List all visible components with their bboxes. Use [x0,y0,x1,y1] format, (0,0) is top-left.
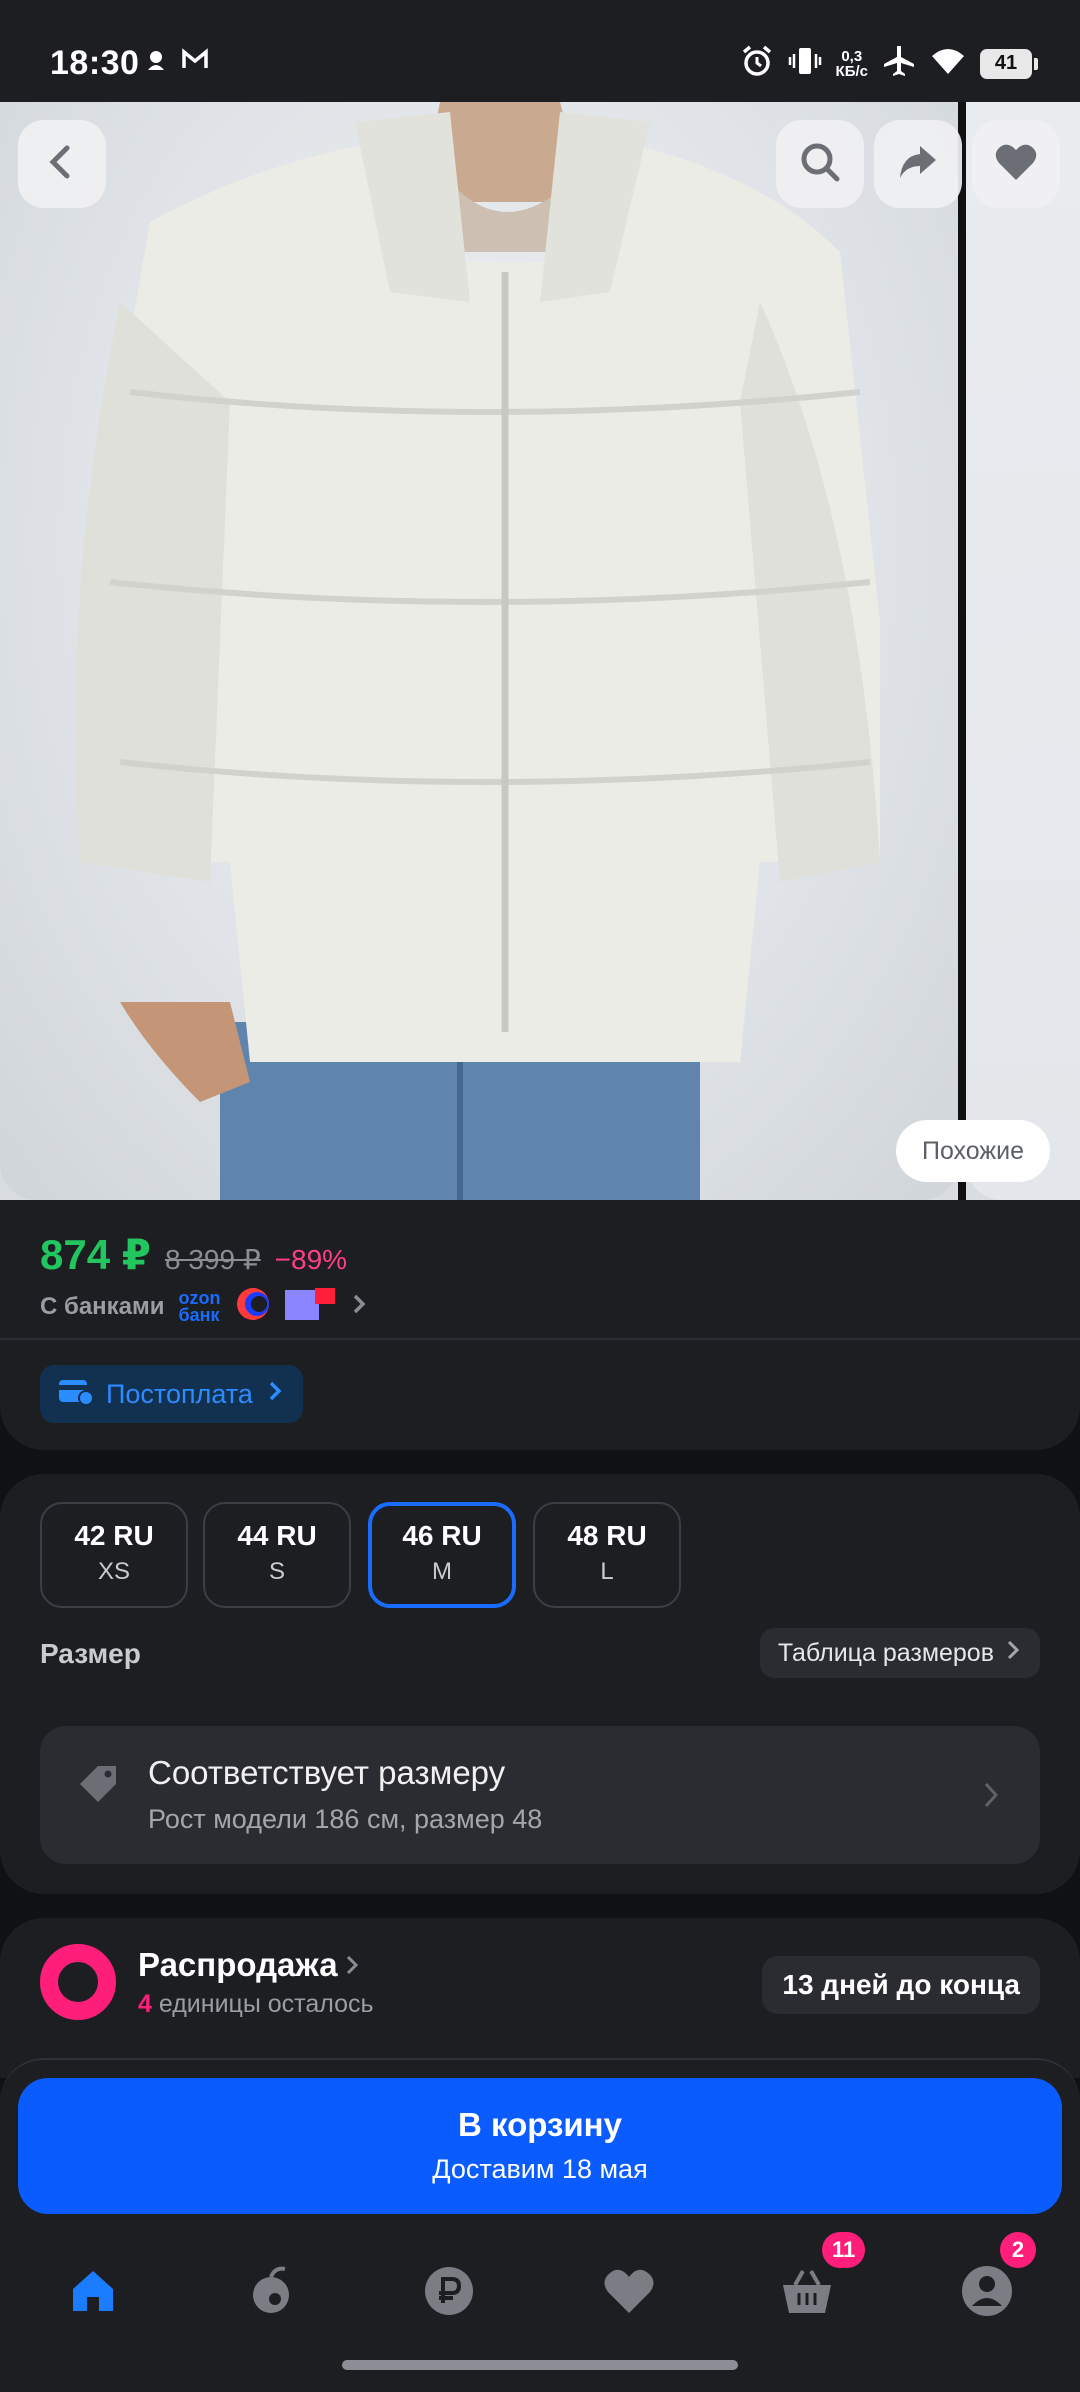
heart-icon [602,2267,656,2320]
airplane-icon [882,44,916,83]
bottom-nav: 11 2 [0,2232,1080,2348]
product-image[interactable] [0,102,958,1200]
banks-label: С банками [40,1292,165,1320]
ozon-bank-logo: ozon банк [178,1287,221,1325]
status-time: 18:30 [50,44,140,82]
wallet-icon [58,1376,94,1413]
nav-finance[interactable] [404,2258,494,2328]
notification-icon [145,48,167,77]
share-icon [896,140,940,189]
size-label: Размер [40,1638,141,1669]
bottom-bar: В корзину Доставим 18 мая 11 2 [0,2058,1080,2392]
chevron-right-icon [982,1780,1000,1815]
home-icon [67,2265,119,2322]
size-table-button[interactable]: Таблица размеров [759,1628,1040,1678]
mail-icon [181,48,209,77]
sale-section[interactable]: Распродажа 4 единицы осталось 13 дней до… [0,1918,1080,2078]
battery-icon: 41 [980,48,1038,79]
profile-icon [960,2264,1014,2323]
size-section: 42 RU XS 44 RU S 46 RU M 48 RU L Размер … [0,1474,1080,1894]
fit-title: Соответствует размеру [148,1754,506,1791]
cart-badge: 11 [822,2232,866,2268]
bank-card-icon [284,1288,335,1325]
next-image-preview[interactable] [966,102,1080,1200]
sale-days-left: 13 дней до конца [762,1956,1040,2014]
favorite-button[interactable] [972,120,1060,208]
chevron-right-icon [349,1292,369,1321]
network-speed: 0,3 КБ/с [835,47,868,80]
nav-home[interactable] [48,2258,138,2328]
nav-profile[interactable]: 2 [942,2232,1036,2328]
search-button[interactable] [776,120,864,208]
price-section: 874 ₽ 8 399 ₽ −89% С банками ozon банк П… [0,1200,1080,1450]
chevron-right-icon [265,1379,285,1410]
sale-remaining: 4 единицы осталось [138,1990,374,2018]
add-to-cart-button[interactable]: В корзину Доставим 18 мая [18,2078,1062,2214]
home-indicator[interactable] [342,2360,738,2370]
postpay-button[interactable]: Постоплата [40,1365,303,1423]
nav-fresh[interactable] [226,2258,316,2328]
size-option-42[interactable]: 42 RU XS [40,1502,188,1608]
back-button[interactable] [18,120,106,208]
fit-subtitle: Рост модели 186 см, размер 48 [148,1804,543,1834]
favorite-icon [994,142,1038,187]
bank-offers[interactable]: С банками ozon банк [40,1286,369,1327]
product-gallery[interactable]: Похожие [0,102,1080,1200]
old-price: 8 399 ₽ [164,1244,261,1275]
size-option-44[interactable]: 44 RU S [203,1502,351,1608]
ruble-icon [423,2265,475,2322]
current-price: 874 ₽ [40,1231,151,1278]
sale-title: Распродажа [138,1946,338,1983]
discount-percent: −89% [274,1244,348,1275]
fresh-icon [245,2265,297,2322]
wifi-icon [930,46,966,81]
search-icon [798,140,842,189]
back-icon [42,142,82,187]
sale-logo [40,1944,116,2020]
vibrate-icon [788,44,822,83]
chevron-right-icon [344,1946,360,1984]
bank-logo-icon [235,1286,271,1327]
tag-icon [76,1762,120,1811]
size-fit-card[interactable]: Соответствует размеру Рост модели 186 см… [40,1726,1040,1864]
chevron-right-icon [1004,1639,1022,1668]
size-option-48[interactable]: 48 RU L [533,1502,681,1608]
nav-favorites[interactable] [584,2258,674,2328]
nav-cart[interactable]: 11 [762,2232,866,2328]
share-button[interactable] [874,120,962,208]
size-option-46[interactable]: 46 RU M [368,1502,516,1608]
basket-icon [779,2265,835,2322]
profile-badge: 2 [1000,2232,1036,2268]
alarm-icon [740,44,774,83]
status-bar: 18:30 0,3 КБ/с 41 [0,0,1080,102]
postpay-label: Постоплата [106,1378,253,1409]
similar-button[interactable]: Похожие [895,1120,1050,1182]
